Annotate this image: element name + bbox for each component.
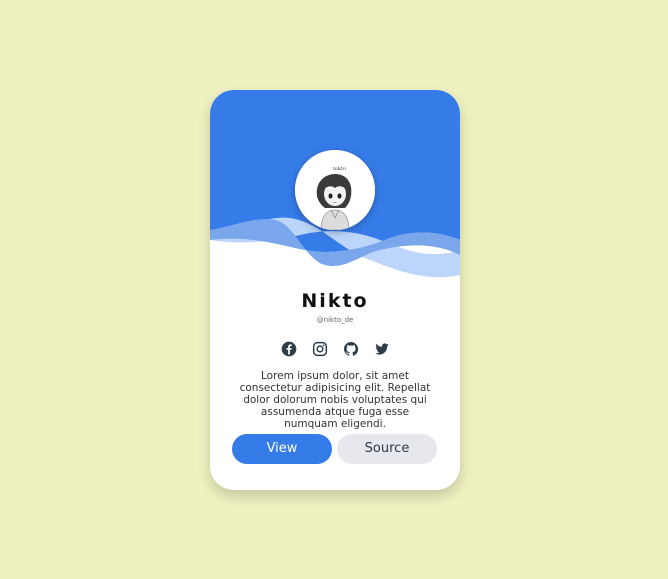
github-icon[interactable] [343, 341, 359, 357]
social-links [210, 341, 460, 357]
facebook-icon[interactable] [281, 341, 297, 357]
avatar-caption: nikto [333, 166, 346, 172]
profile-handle: @nikto_de [316, 316, 354, 324]
profile-card: nikto Nikto @nikto_de Lorem ipsum dolor,… [210, 90, 460, 490]
view-button[interactable]: View [232, 434, 332, 464]
source-button[interactable]: Source [337, 434, 437, 464]
profile-name: Nikto [301, 290, 369, 312]
instagram-icon[interactable] [312, 341, 328, 357]
avatar: nikto [295, 150, 375, 230]
twitter-icon[interactable] [374, 341, 390, 357]
profile-bio: Lorem ipsum dolor, sit amet consectetur … [239, 370, 431, 430]
